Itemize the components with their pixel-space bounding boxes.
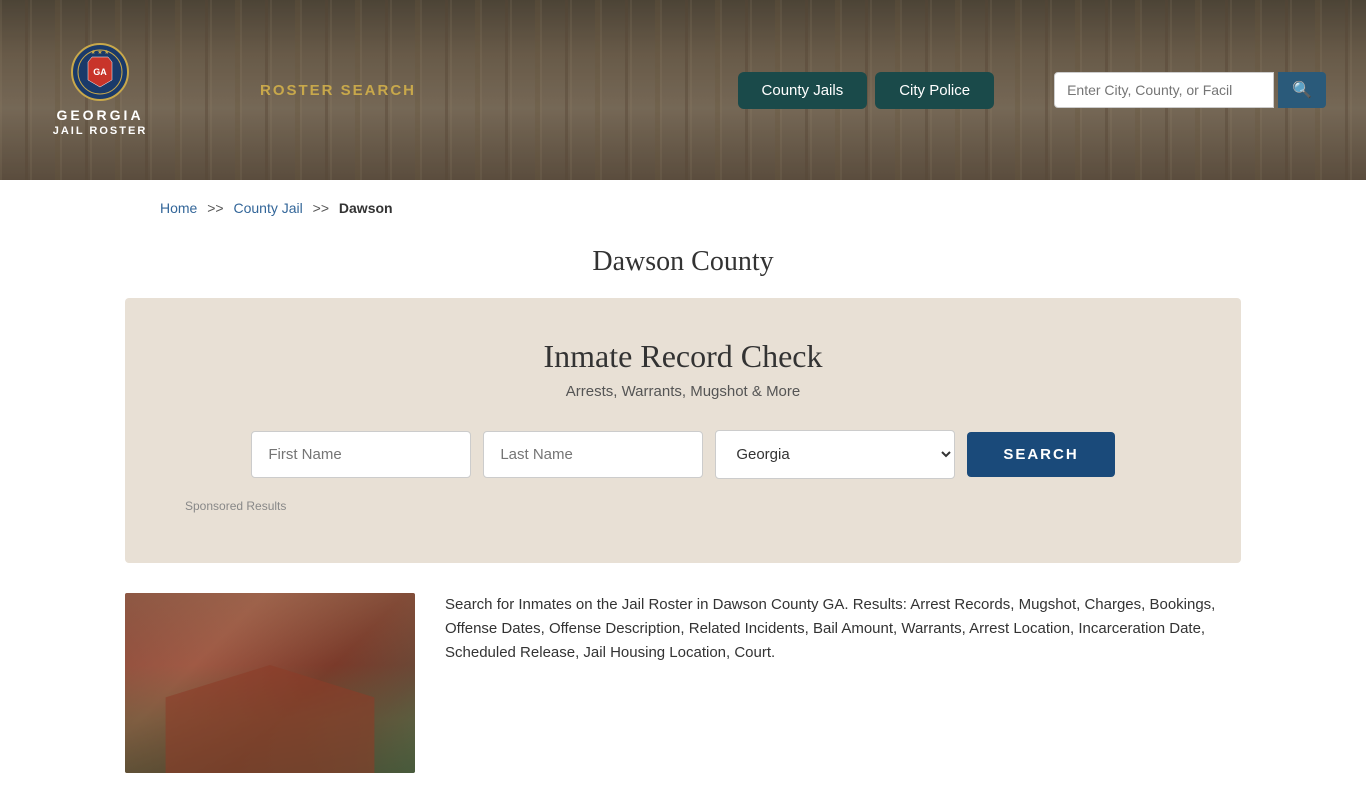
sponsored-label: Sponsored Results <box>185 499 1181 513</box>
logo-text: GEORGIA JAIL ROSTER <box>53 106 148 138</box>
content-section: Search for Inmates on the Jail Roster in… <box>0 563 1366 803</box>
inmate-search-form: AlabamaAlaskaArizonaArkansasCaliforniaCo… <box>185 430 1181 479</box>
roster-search-nav[interactable]: ROSTER SEARCH <box>260 82 416 99</box>
svg-text:★ ★ ★: ★ ★ ★ <box>90 49 109 56</box>
inmate-record-title: Inmate Record Check <box>185 338 1181 375</box>
last-name-input[interactable] <box>483 431 703 478</box>
breadcrumb-current: Dawson <box>339 200 393 216</box>
header-search-button[interactable]: 🔍 <box>1278 72 1326 108</box>
content-description: Search for Inmates on the Jail Roster in… <box>445 593 1241 665</box>
svg-text:GA: GA <box>93 67 107 77</box>
nav-buttons: County Jails City Police <box>738 72 995 109</box>
page-title-section: Dawson County <box>0 236 1366 298</box>
georgia-seal-icon: GA ★ ★ ★ <box>70 42 130 102</box>
inmate-search-button[interactable]: SEARCH <box>967 432 1114 477</box>
breadcrumb: Home >> County Jail >> Dawson <box>0 180 1366 236</box>
site-header: GA ★ ★ ★ GEORGIA JAIL ROSTER ROSTER SEAR… <box>0 0 1366 180</box>
breadcrumb-sep-1: >> <box>207 200 223 216</box>
header-search-input[interactable] <box>1054 72 1274 108</box>
inmate-record-subtitle: Arrests, Warrants, Mugshot & More <box>185 383 1181 400</box>
page-title: Dawson County <box>0 246 1366 278</box>
state-select[interactable]: AlabamaAlaskaArizonaArkansasCaliforniaCo… <box>715 430 955 479</box>
county-jails-button[interactable]: County Jails <box>738 72 868 109</box>
city-police-button[interactable]: City Police <box>875 72 994 109</box>
header-search-area: 🔍 <box>1054 72 1326 108</box>
county-building-image <box>125 593 415 773</box>
inmate-record-section: Inmate Record Check Arrests, Warrants, M… <box>125 298 1241 563</box>
breadcrumb-home[interactable]: Home <box>160 200 197 216</box>
search-icon: 🔍 <box>1292 82 1312 99</box>
breadcrumb-sep-2: >> <box>313 200 329 216</box>
breadcrumb-county-jail[interactable]: County Jail <box>234 200 303 216</box>
first-name-input[interactable] <box>251 431 471 478</box>
logo-area: GA ★ ★ ★ GEORGIA JAIL ROSTER <box>40 42 160 138</box>
